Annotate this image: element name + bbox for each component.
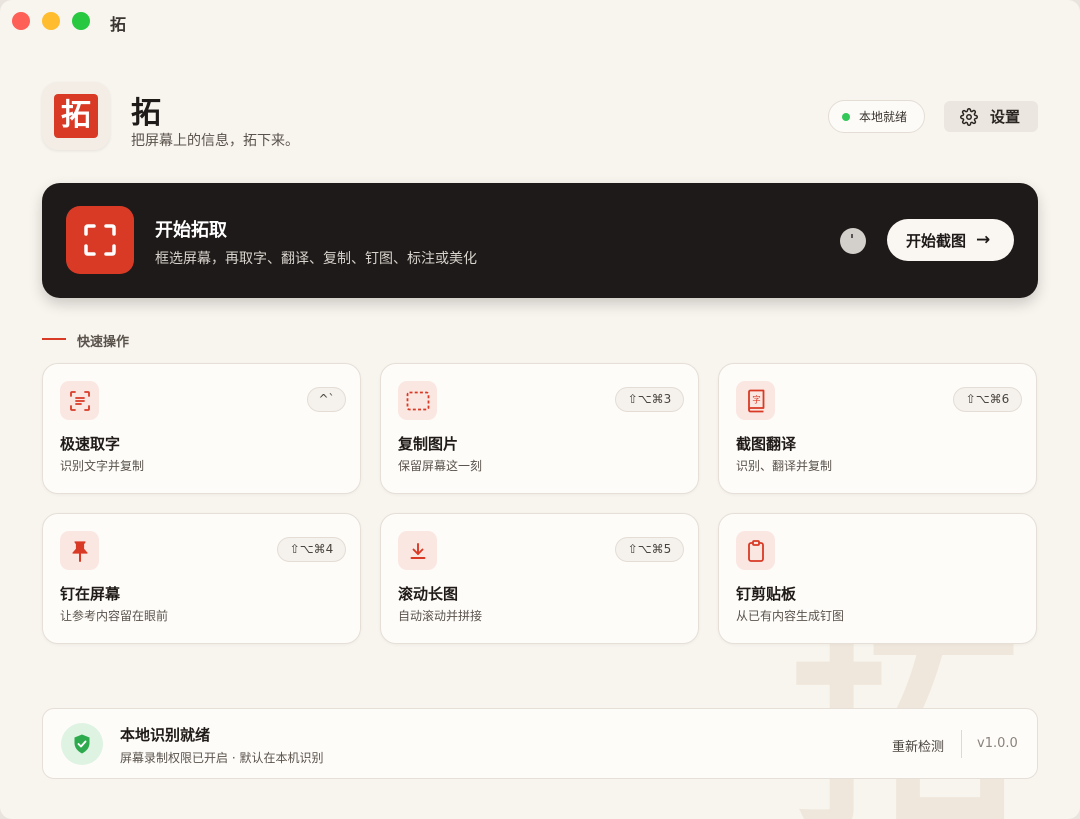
card-title: 复制图片: [398, 435, 459, 453]
shield-check-icon: [61, 723, 103, 765]
status-label: 本地就绪: [859, 110, 908, 124]
shortcut-badge: ⇧⌥⌘4: [277, 537, 346, 562]
pin-icon: [60, 531, 99, 570]
dashed-rect-icon: [398, 381, 437, 420]
status-dot-icon: [842, 112, 850, 121]
footer-subtitle: 屏幕录制权限已开启 · 默认在本机识别: [120, 751, 324, 765]
card-quick-ocr[interactable]: ^` 极速取字 识别文字并复制: [42, 363, 361, 494]
section-title: 快速操作: [77, 335, 130, 350]
gear-icon: [960, 107, 978, 126]
settings-label: 设置: [990, 108, 1021, 126]
hero-subtitle: 框选屏幕，再取字、翻译、复制、钉图、标注或美化: [155, 251, 477, 267]
card-description: 自动滚动并拼接: [398, 609, 483, 623]
app-tagline: 把屏幕上的信息，拓下来。: [131, 133, 299, 149]
card-description: 从已有内容生成钉图: [736, 609, 845, 623]
close-window-button[interactable]: [12, 12, 30, 30]
capture-option-knob[interactable]: [840, 228, 866, 254]
capture-frame-icon: [66, 206, 134, 274]
card-scroll-capture[interactable]: ⇧⌥⌘5 滚动长图 自动滚动并拼接: [380, 513, 699, 644]
shortcut-badge: ⇧⌥⌘6: [953, 387, 1022, 412]
card-description: 让参考内容留在眼前: [60, 609, 169, 623]
shortcut-badge: ⇧⌥⌘3: [615, 387, 684, 412]
section-accent-line: [42, 338, 66, 340]
recheck-button[interactable]: 重新检测: [892, 736, 944, 755]
card-pin-clipboard[interactable]: 钉剪贴板 从已有内容生成钉图: [718, 513, 1037, 644]
card-title: 钉剪贴板: [736, 585, 797, 603]
card-title: 截图翻译: [736, 435, 797, 453]
footer-divider: [961, 730, 962, 758]
shortcut-badge: ⇧⌥⌘5: [615, 537, 684, 562]
card-pin-to-screen[interactable]: ⇧⌥⌘4 钉在屏幕 让参考内容留在眼前: [42, 513, 361, 644]
start-screenshot-label: 开始截图: [906, 231, 967, 250]
title-bar: 拓: [0, 0, 1080, 42]
shortcut-badge: ^`: [307, 387, 346, 412]
dictionary-icon: 字: [736, 381, 775, 420]
version-label: v1.0.0: [977, 736, 1018, 751]
download-arrow-icon: [398, 531, 437, 570]
start-screenshot-button[interactable]: 开始截图 →: [887, 219, 1014, 261]
maximize-window-button[interactable]: [72, 12, 90, 30]
card-title: 极速取字: [60, 435, 121, 453]
svg-text:字: 字: [752, 394, 761, 405]
app-name: 拓: [131, 96, 161, 131]
card-copy-image[interactable]: ⇧⌥⌘3 复制图片 保留屏幕这一刻: [380, 363, 699, 494]
card-title: 钉在屏幕: [60, 585, 121, 603]
clipboard-icon: [736, 531, 775, 570]
settings-button[interactable]: 设置: [944, 101, 1038, 132]
card-description: 识别文字并复制: [60, 459, 145, 473]
window-title: 拓: [110, 15, 127, 34]
minimize-window-button[interactable]: [42, 12, 60, 30]
local-ocr-status-bar: 本地识别就绪 屏幕录制权限已开启 · 默认在本机识别 重新检测 v1.0.0: [42, 708, 1038, 779]
app-window: 拓 拓 拓 拓 把屏幕上的信息，拓下来。 本地就绪 设置 开始: [0, 0, 1080, 819]
app-logo-seal: 拓: [54, 94, 98, 138]
hero-title: 开始拓取: [155, 220, 227, 241]
text-scan-icon: [60, 381, 99, 420]
start-capture-card[interactable]: 开始拓取 框选屏幕，再取字、翻译、复制、钉图、标注或美化 开始截图 →: [42, 183, 1038, 298]
app-logo: 拓: [42, 82, 110, 150]
card-title: 滚动长图: [398, 585, 459, 603]
arrow-right-icon: →: [976, 230, 991, 250]
card-description: 识别、翻译并复制: [736, 459, 833, 473]
status-badge: 本地就绪: [828, 100, 925, 133]
card-screenshot-translate[interactable]: 字 ⇧⌥⌘6 截图翻译 识别、翻译并复制: [718, 363, 1037, 494]
footer-title: 本地识别就绪: [120, 726, 211, 744]
card-description: 保留屏幕这一刻: [398, 459, 483, 473]
